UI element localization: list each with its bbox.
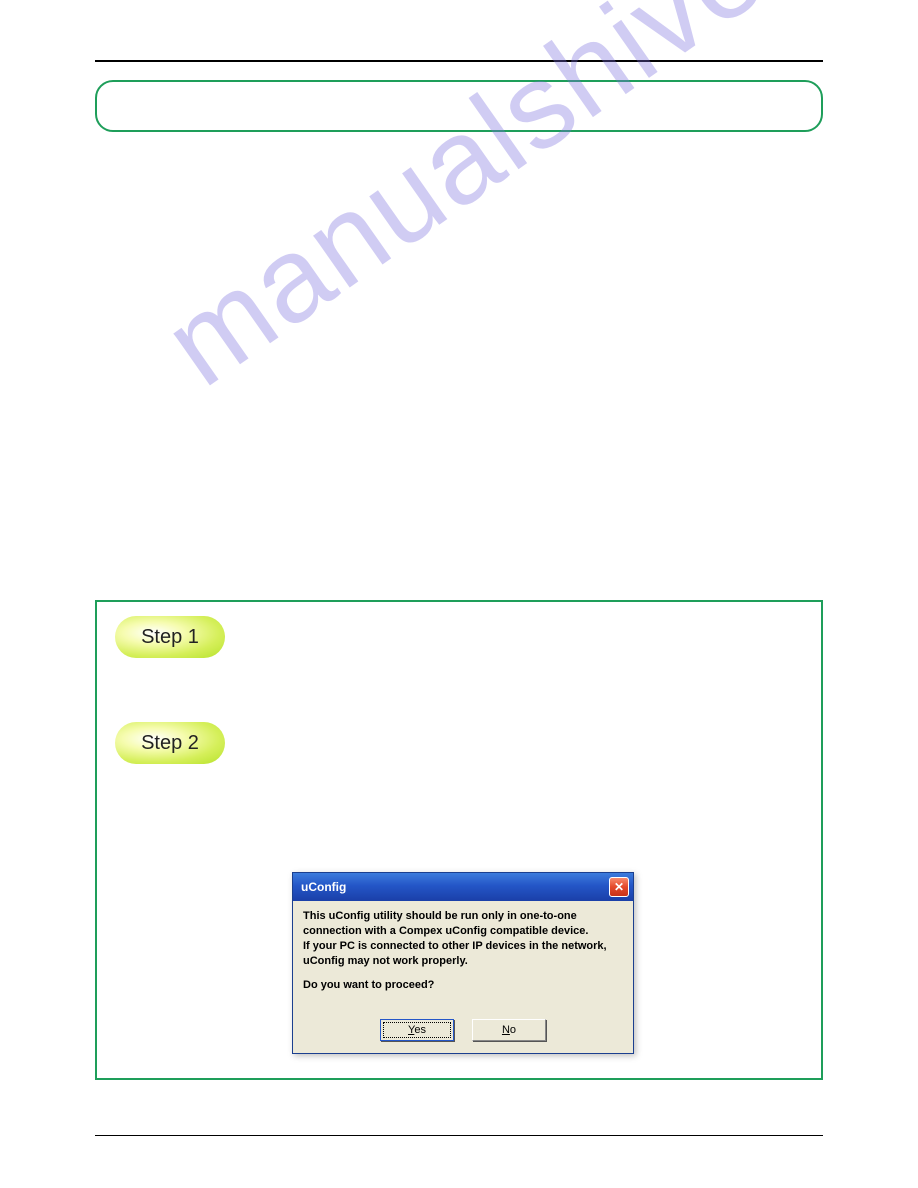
step-1-badge: Step 1 <box>115 616 225 658</box>
dialog-line-1: This uConfig utility should be run only … <box>303 909 623 924</box>
no-button[interactable]: No <box>472 1019 546 1041</box>
step-2-badge: Step 2 <box>115 722 225 764</box>
dialog-prompt: Do you want to proceed? <box>303 978 623 993</box>
no-mnemonic: N <box>502 1024 510 1036</box>
dialog-titlebar: uConfig ✕ <box>293 873 633 901</box>
steps-container: Step 1 Step 2 uConfig ✕ This uConfig uti… <box>95 600 823 1080</box>
step-1-label: Step 1 <box>141 626 199 649</box>
uconfig-dialog: uConfig ✕ This uConfig utility should be… <box>292 872 634 1054</box>
top-rule <box>95 60 823 62</box>
yes-button[interactable]: Yes <box>380 1019 454 1041</box>
step-2-label: Step 2 <box>141 732 199 755</box>
dialog-line-2: connection with a Compex uConfig compati… <box>303 924 623 939</box>
yes-suffix: es <box>414 1024 426 1036</box>
dialog-title: uConfig <box>301 880 346 894</box>
dialog-line-4: uConfig may not work properly. <box>303 954 623 969</box>
no-suffix: o <box>510 1024 516 1036</box>
close-icon: ✕ <box>614 881 624 893</box>
close-button[interactable]: ✕ <box>609 877 629 897</box>
dialog-line-3: If your PC is connected to other IP devi… <box>303 939 623 954</box>
dialog-button-row: Yes No <box>293 1019 633 1041</box>
dialog-body: This uConfig utility should be run only … <box>293 901 633 1001</box>
bottom-rule <box>95 1135 823 1136</box>
title-box <box>95 80 823 132</box>
